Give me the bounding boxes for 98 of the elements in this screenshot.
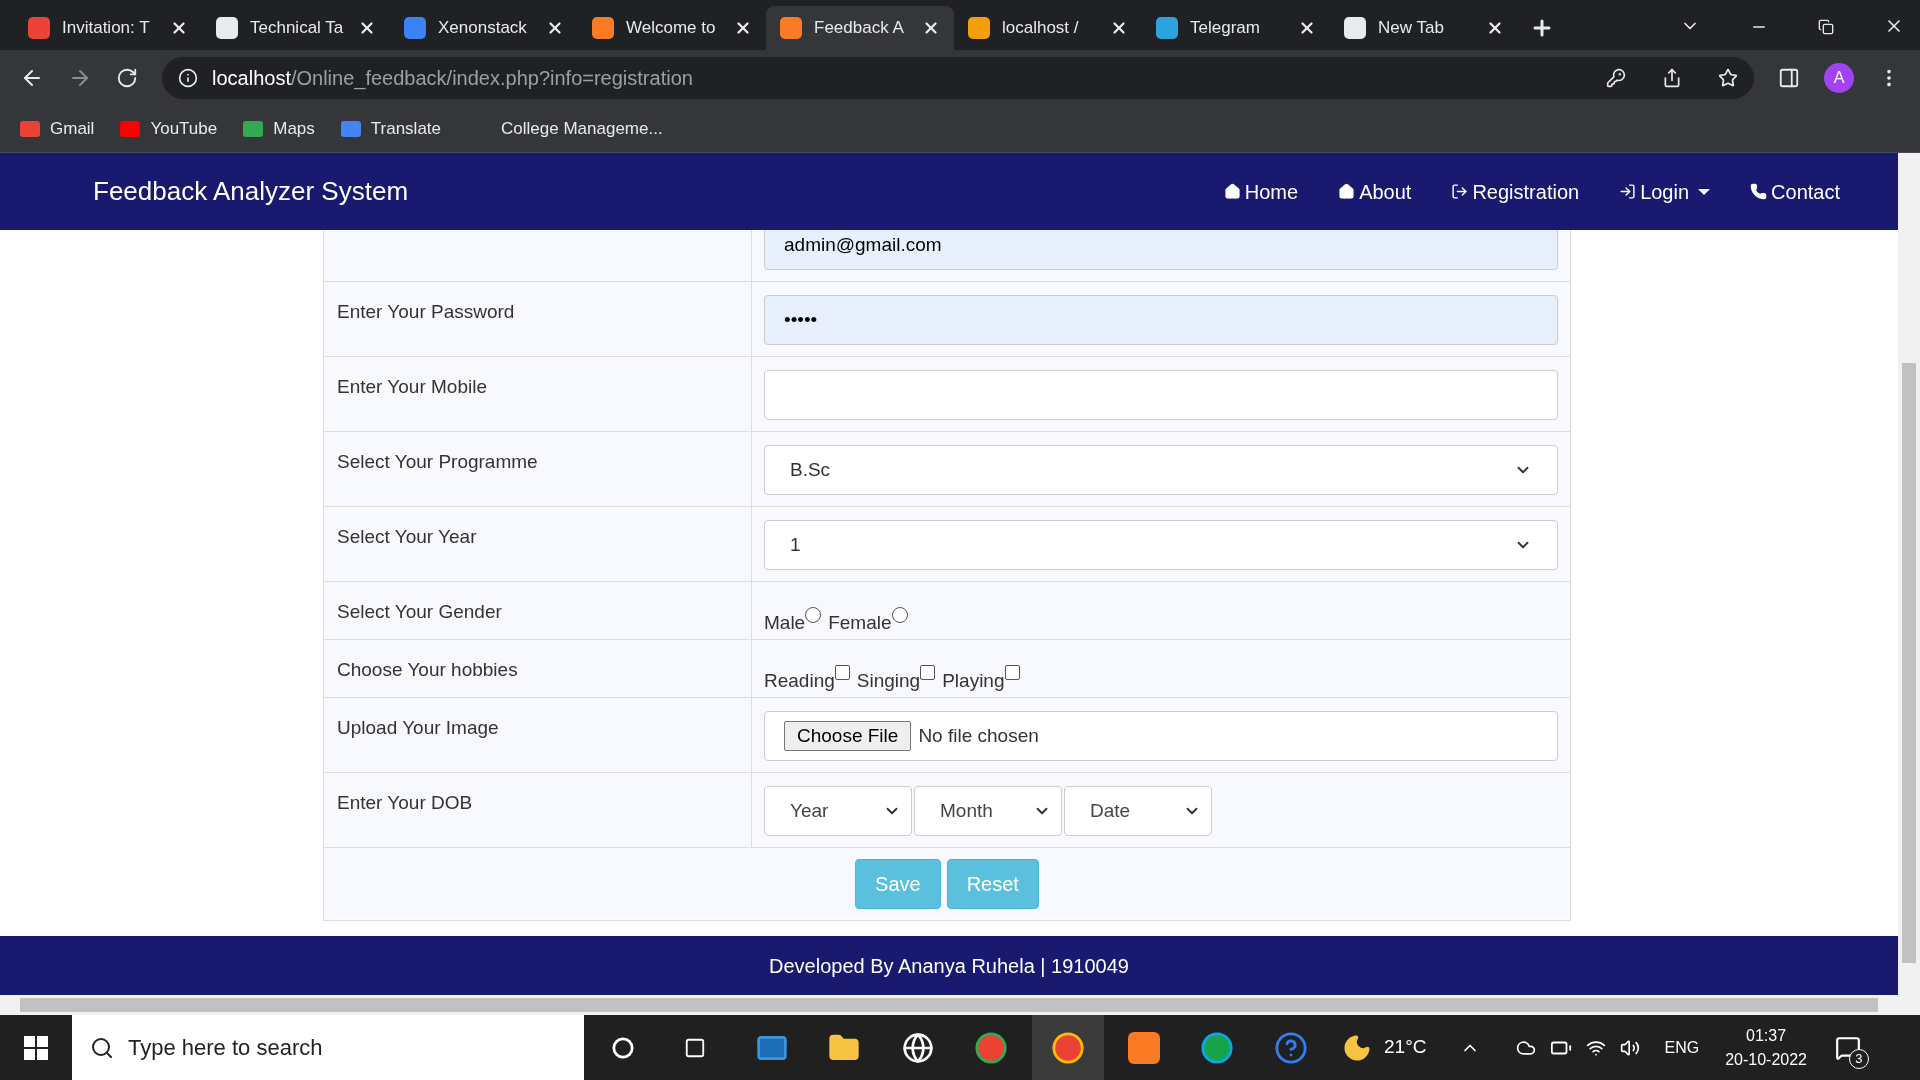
reload-icon[interactable]	[116, 66, 138, 89]
nav-link[interactable]: Contact	[1750, 176, 1840, 207]
vertical-scrollbar[interactable]	[1898, 153, 1920, 1015]
close-icon[interactable]	[734, 19, 752, 37]
field-label: Enter Your Password	[337, 301, 515, 322]
bookmark[interactable]: College Manageme...	[501, 115, 663, 142]
close-icon[interactable]	[546, 19, 564, 37]
volume-icon[interactable]	[1620, 1037, 1641, 1058]
tab-title: localhost /	[1002, 17, 1080, 40]
dob-select[interactable]: Year	[764, 786, 912, 836]
restore-icon[interactable]	[1818, 19, 1834, 35]
radio-label: Male	[764, 611, 806, 635]
close-icon[interactable]	[922, 19, 940, 37]
weather-temperature[interactable]: 21°C	[1384, 1033, 1427, 1062]
bookmark[interactable]: Translate	[340, 115, 442, 142]
sign-in-icon	[1451, 183, 1469, 200]
dropdown-caret-icon	[1698, 187, 1711, 196]
bookmark[interactable]: YouTube	[120, 115, 218, 142]
bookmark[interactable]: Gmail	[20, 115, 95, 142]
brand-title[interactable]: Feedback Analyzer System	[93, 172, 409, 211]
phone-icon	[1750, 183, 1768, 200]
footer-text: Developed By Ananya Ruhela | 1910049	[769, 953, 1129, 979]
cortana-icon[interactable]	[612, 1036, 634, 1059]
tab-title: Feedback A	[814, 17, 905, 40]
taskbar-search-field[interactable]: Type here to search	[72, 1015, 584, 1080]
windows-logo-icon[interactable]	[24, 1035, 48, 1060]
tab-title: Welcome to	[626, 17, 717, 40]
close-icon[interactable]	[1298, 19, 1316, 37]
field-label: Choose Your hobbies	[337, 659, 518, 680]
side-panel-icon[interactable]	[1778, 66, 1800, 89]
browser-icon[interactable]	[974, 1030, 1008, 1065]
dob-select[interactable]: Month	[914, 786, 1062, 836]
checkbox-label: Playing	[942, 669, 1005, 693]
home-icon	[1338, 183, 1356, 200]
tab-title: Xenonstack	[438, 17, 528, 40]
info-icon	[178, 67, 198, 88]
tab-title: Invitation: T	[62, 17, 151, 40]
close-icon[interactable]	[358, 19, 376, 37]
notification-count: 3	[1848, 1048, 1869, 1069]
browser-tab[interactable]: New Tab	[1330, 6, 1518, 50]
close-icon[interactable]	[170, 19, 188, 37]
browser-tab[interactable]: Technical Ta	[202, 6, 390, 50]
nav-link[interactable]: Registration	[1451, 176, 1580, 207]
notifications-icon[interactable]	[1834, 1034, 1861, 1061]
dob-select[interactable]: Date	[1064, 786, 1212, 836]
radio-button[interactable]	[805, 607, 822, 623]
field-label: Enter Your Mobile	[337, 376, 487, 397]
file-field[interactable]: Choose File No file chosen	[764, 711, 1558, 761]
browser-tab[interactable]: Invitation: T	[14, 6, 202, 50]
browser-tab[interactable]: Feedback A	[766, 6, 954, 50]
tab-title: Technical Ta	[250, 17, 345, 40]
close-icon[interactable]	[1486, 19, 1504, 37]
browser-tab[interactable]: Telegram	[1142, 6, 1330, 50]
task-view-icon[interactable]	[684, 1036, 706, 1059]
nav-link[interactable]: About	[1338, 176, 1412, 207]
mobile-field[interactable]	[764, 370, 1558, 420]
checkbox-label: Reading	[764, 669, 835, 693]
nav-link[interactable]: Login	[1619, 176, 1711, 207]
password-field[interactable]: •••••	[764, 295, 1558, 345]
close-icon[interactable]	[1110, 19, 1128, 37]
home-icon	[1223, 183, 1241, 200]
tab-title: Telegram	[1190, 17, 1261, 40]
checkbox-label: Singing	[856, 669, 921, 693]
checkbox[interactable]	[1004, 665, 1020, 680]
choose-file-button[interactable]: Choose File	[784, 721, 912, 751]
search-icon	[90, 1035, 114, 1060]
help-icon[interactable]	[1274, 1030, 1308, 1065]
share-icon[interactable]	[1662, 67, 1682, 88]
field-label: Select Your Gender	[337, 601, 502, 622]
login-icon	[1619, 183, 1637, 200]
checkbox[interactable]	[834, 665, 850, 680]
bookmark-star-icon[interactable]	[1718, 67, 1738, 88]
field-label: Select Your Programme	[337, 451, 538, 472]
checkbox[interactable]	[920, 665, 936, 680]
app-icon[interactable]	[902, 1031, 934, 1064]
radio-label: Female	[828, 611, 892, 635]
field-label: Enter Your DOB	[337, 792, 473, 813]
bookmark[interactable]: Maps	[243, 115, 315, 142]
address-bar[interactable]: localhost/Online_feedback/index.php?info=registration	[162, 56, 1754, 99]
field-label: Upload Your Image	[337, 717, 499, 738]
browser-tab[interactable]: localhost /	[954, 6, 1142, 50]
horizontal-scrollbar[interactable]	[0, 995, 1898, 1015]
browser-tab[interactable]: Welcome to	[578, 6, 766, 50]
clock[interactable]: 01:37 20-10-2022	[1725, 1023, 1807, 1072]
tab-title: New Tab	[1378, 17, 1445, 40]
field-label: Select Your Year	[337, 526, 477, 547]
browser-icon[interactable]	[1051, 1030, 1085, 1065]
radio-button[interactable]	[891, 607, 908, 623]
select-field[interactable]: B.Sc	[764, 445, 1558, 495]
url-text: localhost/Online_feedback/index.php?info=registration	[212, 65, 693, 92]
language-indicator[interactable]: ENG	[1664, 1035, 1700, 1060]
select-field[interactable]: 1	[764, 520, 1558, 570]
file-status: No file chosen	[918, 723, 1039, 748]
profile-avatar[interactable]: A	[1824, 62, 1854, 93]
email-field[interactable]: admin@gmail.com	[764, 230, 1558, 270]
key-icon[interactable]	[1606, 67, 1626, 88]
browser-tab[interactable]: Xenonstack	[390, 6, 578, 50]
nav-link[interactable]: Home	[1223, 176, 1299, 207]
